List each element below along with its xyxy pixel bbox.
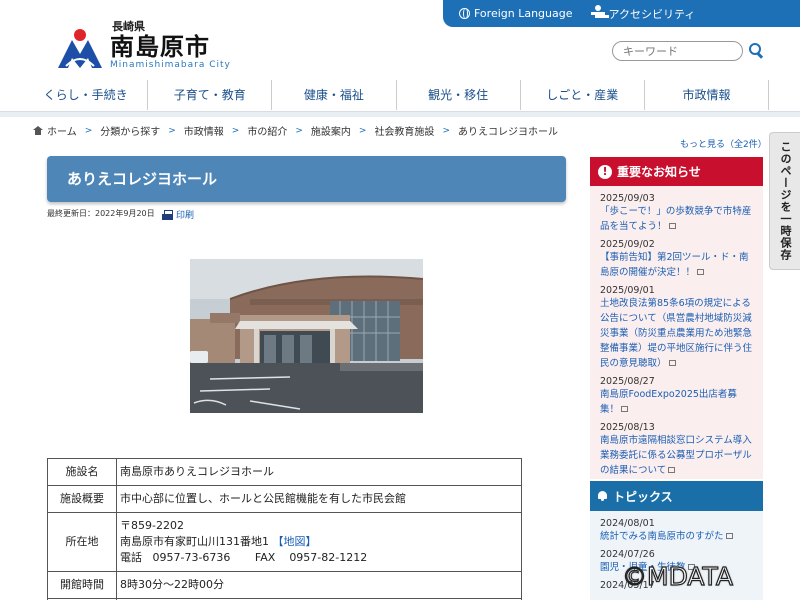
list-item: 2024/08/01 統計でみる南島原市のすがた: [600, 518, 754, 544]
news-date: 2025/09/03: [600, 193, 655, 204]
breadcrumb: ホーム > 分類から探す > 市政情報 > 市の紹介 > 施設案内 > 社会教育…: [33, 123, 558, 138]
accessibility-link[interactable]: アクセシビリティ: [590, 4, 696, 23]
news-link[interactable]: 土地改良法第85条6項の規定による公告について（県営農村地域防災減災事業（防災重…: [600, 298, 752, 369]
fax-number: 0957-82-1212: [289, 551, 368, 564]
facility-info-table: 施設名 南島原市ありえコレジヨホール 施設概要 市中心部に位置し、ホールと公民館…: [47, 458, 522, 600]
home-icon: [33, 126, 43, 135]
page-title: ありえコレジヨホール: [47, 156, 566, 202]
chevron-right-icon: >: [231, 125, 240, 136]
topic-date: 2024/08/01: [600, 518, 655, 529]
list-item: 2025/09/02 【事前告知】第2回ツール・ド・南島原の開催が決定！！: [600, 239, 754, 280]
news-date: 2025/08/13: [600, 422, 655, 433]
foreign-language-link[interactable]: Foreign Language: [459, 7, 573, 20]
row-header: 開館時間: [47, 571, 117, 599]
nav-item-tourism[interactable]: 観光・移住: [395, 80, 520, 110]
row-header: 施設名: [47, 458, 117, 486]
new-window-icon: [697, 269, 705, 275]
printer-icon: [162, 209, 173, 220]
breadcrumb-social-education[interactable]: 社会教育施設: [374, 123, 434, 138]
breadcrumb-home[interactable]: ホーム: [47, 123, 77, 138]
chevron-right-icon: >: [295, 125, 303, 136]
topics-title: トピックス: [613, 489, 673, 504]
copyright-watermark: ©MDATA: [621, 561, 733, 591]
site-logo[interactable]: 長崎県 南島原市 Minamishimabara City: [56, 18, 231, 70]
chevron-right-icon: >: [84, 125, 93, 136]
topic-link[interactable]: 統計でみる南島原市のすがた: [600, 531, 724, 542]
address-text: 南島原市有家町山川131番地1: [120, 535, 269, 548]
facility-photo: [190, 259, 423, 413]
nav-item-childcare[interactable]: 子育て・教育: [147, 80, 271, 110]
list-item: 2025/09/03 「歩こーで！」の歩数競争で市特産品を当てよう！: [600, 193, 754, 234]
search-icon[interactable]: [748, 42, 764, 60]
new-window-icon: [668, 467, 676, 473]
breadcrumb-city-info[interactable]: 市政情報: [184, 123, 224, 138]
new-window-icon: [668, 223, 676, 229]
facility-summary-value: 市中心部に位置し、ホールと公民館機能を有した市民会館: [116, 485, 522, 513]
print-button[interactable]: 印刷: [162, 208, 194, 221]
list-item: 2025/08/27 南島原FoodExpo2025出店者募集！: [600, 376, 754, 417]
new-window-icon: [725, 533, 733, 539]
save-page-tab[interactable]: このページを一時保存: [769, 132, 800, 270]
opening-hours-value: 8時30分～22時00分: [116, 571, 522, 599]
map-link[interactable]: 【地図】: [273, 535, 317, 548]
table-row: 施設概要 市中心部に位置し、ホールと公民館機能を有した市民会館: [47, 485, 522, 513]
table-row: 施設名 南島原市ありえコレジヨホール: [47, 458, 522, 486]
city-name: 南島原市: [110, 33, 210, 61]
news-date: 2025/09/02: [600, 239, 655, 250]
nav-item-health[interactable]: 健康・福祉: [271, 80, 395, 110]
notices-title: 重要なお知らせ: [617, 165, 701, 179]
news-date: 2025/08/27: [600, 376, 655, 387]
new-window-icon: [621, 406, 629, 412]
prefecture-label: 長崎県: [112, 20, 145, 33]
new-window-icon: [668, 360, 676, 366]
chevron-right-icon: >: [442, 125, 450, 136]
utility-bar: Foreign Language アクセシビリティ: [443, 0, 800, 27]
topics-header: トピックス: [590, 481, 763, 511]
news-link[interactable]: 「歩こーで！」の歩数競争で市特産品を当てよう！: [600, 206, 751, 232]
news-link[interactable]: 【事前告知】第2回ツール・ド・南島原の開催が決定！！: [600, 252, 749, 278]
last-updated: 最終更新日：2022年9月20日: [47, 209, 155, 218]
chevron-right-icon: >: [168, 125, 176, 136]
fax-label: FAX: [254, 551, 276, 564]
important-notices-header: ! 重要なお知らせ: [590, 157, 763, 186]
postal-code: 〒859-2202: [120, 519, 184, 532]
topic-date: 2024/07/26: [600, 549, 655, 560]
table-row: 開館時間 8時30分～22時00分: [47, 571, 522, 599]
facility-name-value: 南島原市ありえコレジヨホール: [116, 458, 522, 486]
news-date: 2025/09/01: [600, 285, 655, 296]
global-nav: くらし・手続き 子育て・教育 健康・福祉 観光・移住 しごと・産業 市政情報: [24, 80, 770, 110]
list-item: 2025/09/01 土地改良法第85条6項の規定による公告について（県営農村地…: [600, 285, 754, 371]
nav-divider: [0, 111, 800, 117]
row-header: 所在地: [47, 512, 117, 572]
nav-item-city-info[interactable]: 市政情報: [643, 80, 770, 110]
print-label: 印刷: [176, 211, 195, 221]
accessibility-label: アクセシビリティ: [608, 7, 696, 21]
foreign-language-label: Foreign Language: [474, 7, 573, 20]
breadcrumb-classification[interactable]: 分類から探す: [100, 123, 160, 138]
alert-icon: !: [598, 164, 612, 179]
city-roman-name: Minamishimabara City: [110, 60, 231, 70]
tel-number: 0957-73-6736: [152, 551, 231, 564]
important-notices-list: 2025/09/03 「歩こーで！」の歩数競争で市特産品を当てよう！ 2025/…: [590, 186, 763, 479]
nav-item-work[interactable]: しごと・産業: [519, 80, 644, 110]
tel-label: 電話: [120, 551, 142, 564]
breadcrumb-facilities[interactable]: 施設案内: [311, 123, 351, 138]
breadcrumb-city-intro[interactable]: 市の紹介: [247, 123, 287, 138]
table-row: 所在地 〒859-2202 南島原市有家町山川131番地1 【地図】 電話 09…: [47, 512, 522, 572]
news-link[interactable]: 南島原市遠隔相談窓口システム導入業務委託に係る公募型プロポーザルの結果について: [600, 435, 752, 476]
address-cell: 〒859-2202 南島原市有家町山川131番地1 【地図】 電話 0957-7…: [116, 512, 522, 572]
chevron-right-icon: >: [358, 125, 367, 136]
globe-icon: [459, 8, 470, 19]
search-input[interactable]: [612, 41, 743, 61]
more-link[interactable]: もっと見る（全2件）: [680, 137, 767, 150]
city-emblem-icon: [58, 29, 102, 68]
list-item: 2025/08/13 南島原市遠隔相談窓口システム導入業務委託に係る公募型プロポ…: [600, 422, 754, 478]
breadcrumb-current: ありえコレジヨホール: [457, 127, 558, 138]
nav-item-life[interactable]: くらし・手続き: [24, 80, 147, 110]
row-header: 施設概要: [47, 485, 117, 513]
accessibility-icon: [590, 4, 605, 23]
bell-icon: [598, 491, 607, 501]
